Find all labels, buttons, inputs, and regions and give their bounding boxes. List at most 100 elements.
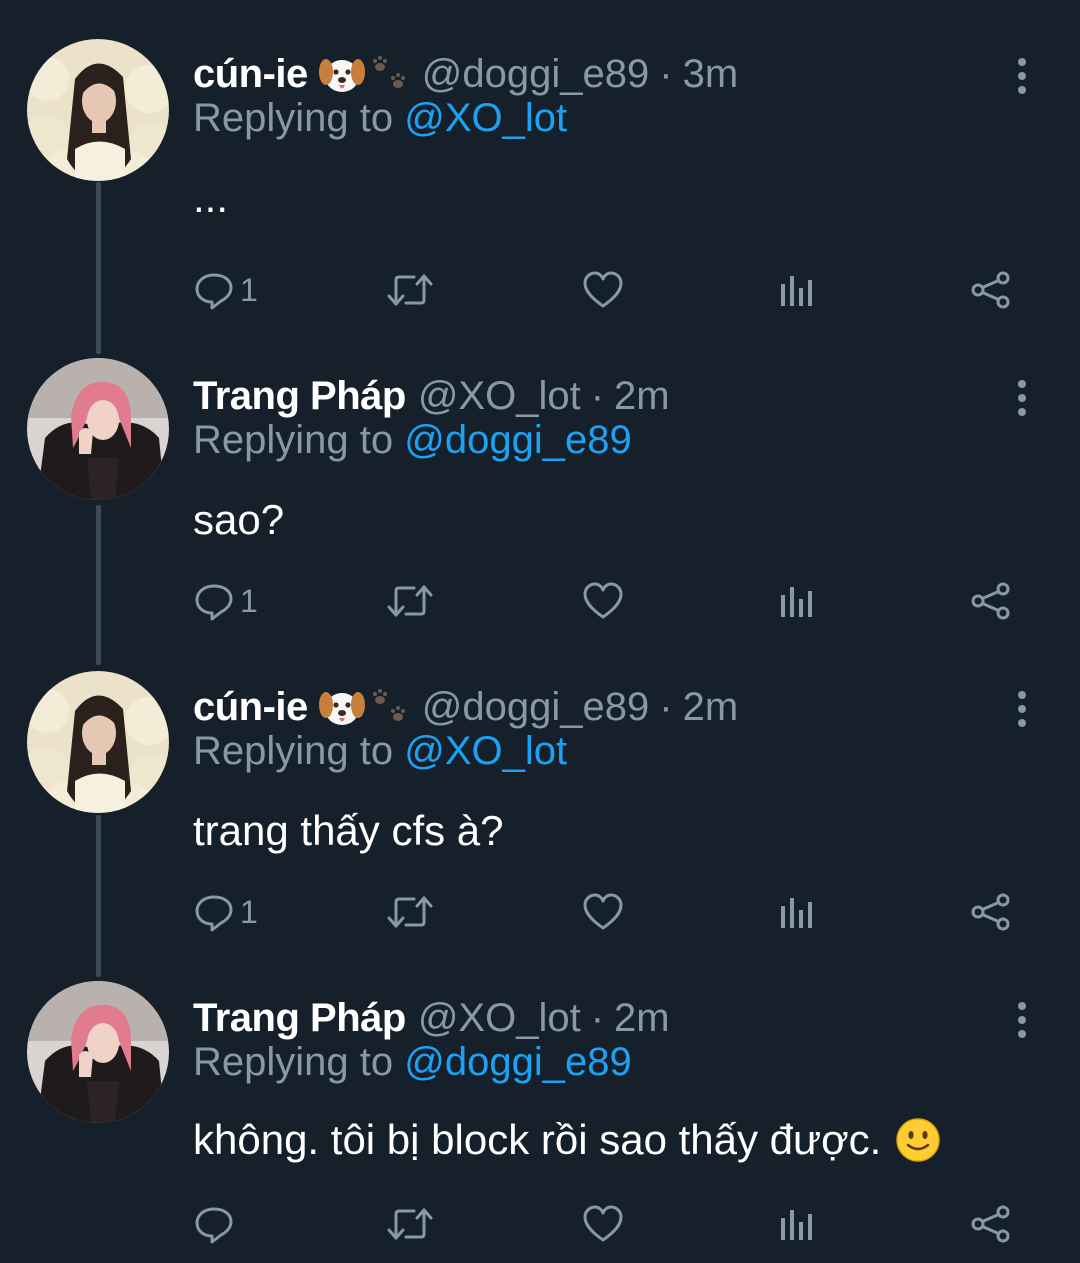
more-icon[interactable] — [1012, 689, 1032, 729]
tweet-header: Trang Pháp @XO_lot · 2m — [193, 368, 670, 424]
retweet-button[interactable] — [386, 1199, 434, 1249]
tweet[interactable]: cún-ie @doggi_e89 · — [0, 671, 1080, 969]
separator-dot: · — [659, 51, 673, 96]
analytics-button[interactable] — [778, 576, 816, 626]
more-icon[interactable] — [1012, 378, 1032, 418]
reply-count: 1 — [240, 582, 258, 619]
share-button[interactable] — [970, 887, 1012, 937]
retweet-button[interactable] — [386, 576, 434, 626]
retweet-button[interactable] — [386, 265, 434, 315]
action-bar: 1 — [0, 265, 1080, 315]
retweet-button[interactable] — [386, 887, 434, 937]
reply-button[interactable]: 1 — [194, 576, 258, 626]
tweet-text-content: ... — [193, 174, 229, 221]
timestamp[interactable]: 2m — [683, 685, 739, 730]
analytics-icon — [778, 270, 816, 310]
separator-dot: · — [590, 995, 605, 1040]
retweet-icon — [386, 270, 434, 310]
retweet-icon — [386, 892, 434, 932]
tweet-header: cún-ie @doggi_e89 · — [193, 679, 738, 735]
share-button[interactable] — [970, 576, 1012, 626]
replying-to-label: Replying to — [193, 418, 394, 462]
analytics-button[interactable] — [778, 265, 816, 315]
avatar[interactable] — [27, 358, 169, 500]
tweet-header: Trang Pháp @XO_lot · 2m — [193, 990, 670, 1046]
retweet-icon — [386, 1204, 434, 1244]
like-icon — [582, 892, 624, 932]
slightly-smiling-face-icon — [895, 1117, 941, 1163]
tweet-text: sao? — [193, 496, 284, 544]
action-bar: 1 — [0, 576, 1080, 626]
replying-to-label: Replying to — [193, 96, 394, 140]
more-icon[interactable] — [1012, 1000, 1032, 1040]
like-icon — [582, 581, 624, 621]
mention-link[interactable]: @doggi_e89 — [404, 418, 631, 462]
author-name[interactable]: cún-ie — [193, 52, 308, 97]
like-button[interactable] — [582, 576, 624, 626]
tweet[interactable]: Trang Pháp @XO_lot · 2m Replying to @dog… — [0, 981, 1080, 1263]
dog-face-icon — [318, 52, 366, 96]
action-bar — [0, 1199, 1080, 1249]
tweet-text-content: trang thấy cfs à? — [193, 807, 504, 854]
paw-prints-icon — [370, 54, 410, 94]
reply-button[interactable] — [194, 1199, 240, 1249]
like-button[interactable] — [582, 887, 624, 937]
replying-to-label: Replying to — [193, 1040, 394, 1084]
timestamp[interactable]: 3m — [683, 52, 739, 97]
replying-to: Replying to @doggi_e89 — [193, 418, 632, 463]
share-icon — [970, 1204, 1012, 1244]
reply-count: 1 — [240, 271, 258, 308]
share-icon — [970, 892, 1012, 932]
tweet-text: trang thấy cfs à? — [193, 807, 504, 855]
mention-link[interactable]: @XO_lot — [404, 96, 567, 140]
tweet-header: cún-ie @doggi_e89 · — [193, 46, 738, 102]
analytics-button[interactable] — [778, 1199, 816, 1249]
tweet[interactable]: Trang Pháp @XO_lot · 2m Replying to @dog… — [0, 358, 1080, 658]
analytics-icon — [778, 1204, 816, 1244]
avatar[interactable] — [27, 39, 169, 181]
share-button[interactable] — [970, 265, 1012, 315]
timestamp[interactable]: 2m — [614, 374, 670, 419]
author-name[interactable]: Trang Pháp — [193, 996, 406, 1041]
tweet[interactable]: cún-ie @doggi_e89 · — [0, 39, 1080, 336]
author-handle[interactable]: @XO_lot — [418, 374, 581, 419]
mention-link[interactable]: @XO_lot — [404, 729, 567, 773]
paw-prints-icon — [370, 687, 410, 727]
like-button[interactable] — [582, 1199, 624, 1249]
like-button[interactable] — [582, 265, 624, 315]
replying-to: Replying to @XO_lot — [193, 729, 567, 774]
reply-button[interactable]: 1 — [194, 887, 258, 937]
author-handle[interactable]: @XO_lot — [418, 996, 581, 1041]
more-icon[interactable] — [1012, 56, 1032, 96]
reply-count: 1 — [240, 893, 258, 930]
author-handle[interactable]: @doggi_e89 — [422, 685, 649, 730]
replying-to: Replying to @XO_lot — [193, 96, 567, 141]
analytics-icon — [778, 581, 816, 621]
reply-icon — [194, 892, 234, 932]
reply-icon — [194, 1204, 234, 1244]
separator-dot: · — [659, 684, 673, 729]
avatar[interactable] — [27, 671, 169, 813]
mention-link[interactable]: @doggi_e89 — [404, 1040, 631, 1084]
tweet-text-content: không. tôi bị block rồi sao thấy được. — [193, 1116, 882, 1163]
like-icon — [582, 270, 624, 310]
like-icon — [582, 1204, 624, 1244]
analytics-button[interactable] — [778, 887, 816, 937]
reply-button[interactable]: 1 — [194, 265, 258, 315]
replying-to: Replying to @doggi_e89 — [193, 1040, 632, 1085]
tweet-text: ... — [193, 174, 228, 222]
reply-icon — [194, 270, 234, 310]
author-name[interactable]: cún-ie — [193, 685, 308, 730]
author-name[interactable]: Trang Pháp — [193, 374, 406, 419]
share-icon — [970, 581, 1012, 621]
reply-icon — [194, 581, 234, 621]
avatar[interactable] — [27, 981, 169, 1123]
share-button[interactable] — [970, 1199, 1012, 1249]
tweet-text-content: sao? — [193, 496, 285, 543]
action-bar: 1 — [0, 887, 1080, 937]
timestamp[interactable]: 2m — [614, 996, 670, 1041]
author-handle[interactable]: @doggi_e89 — [422, 52, 649, 97]
analytics-icon — [778, 892, 816, 932]
retweet-icon — [386, 581, 434, 621]
tweet-text: không. tôi bị block rồi sao thấy được. — [193, 1116, 941, 1164]
